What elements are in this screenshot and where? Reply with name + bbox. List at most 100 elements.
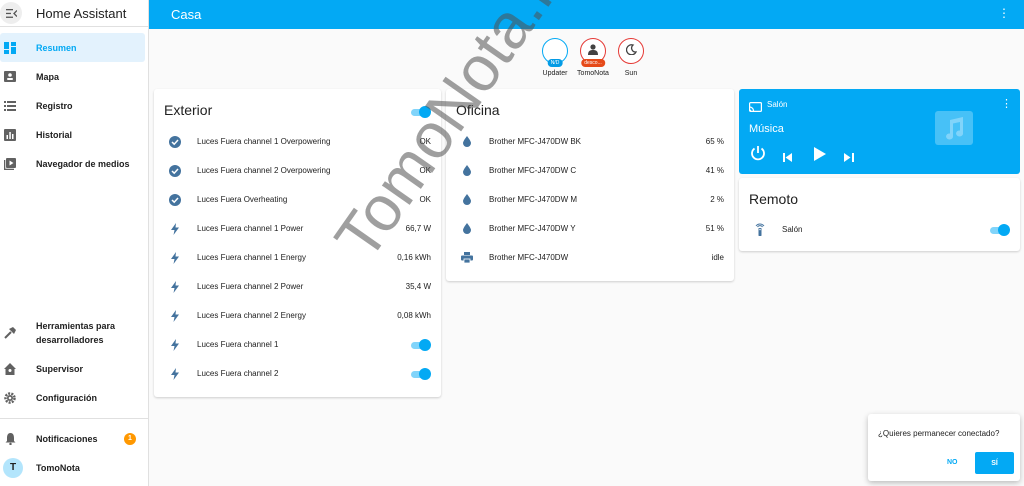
sidebar-item-label: Configuración xyxy=(36,392,97,403)
sidebar-item-navegador-de-medios[interactable]: Navegador de medios xyxy=(0,149,149,178)
entity-row[interactable]: Brother MFC-J470DW M 2 % xyxy=(446,185,734,214)
card-title: Remoto xyxy=(749,191,799,207)
remote-icon xyxy=(753,223,766,236)
badge-person[interactable]: desco... TomoNota xyxy=(574,38,612,77)
entity-name: Brother MFC-J470DW C xyxy=(489,166,577,175)
water-drop-icon xyxy=(460,135,473,148)
flash-icon xyxy=(168,338,181,351)
entity-row[interactable]: Luces Fuera Overheating OK xyxy=(154,185,441,214)
entity-row[interactable]: Luces Fuera channel 2 xyxy=(154,359,441,388)
media-app-name: Música xyxy=(749,123,784,135)
sidebar-item-herramientas[interactable]: Herramientas para desarrolladores xyxy=(0,312,149,354)
bell-icon xyxy=(3,432,17,446)
entity-toggle[interactable] xyxy=(409,338,431,351)
play-icon[interactable] xyxy=(814,147,826,166)
entity-row[interactable]: Brother MFC-J470DW BK 65 % xyxy=(446,127,734,156)
media-menu-icon[interactable]: ⋮ xyxy=(1001,97,1012,110)
entity-state: 65 % xyxy=(705,137,724,146)
sidebar-item-label: Historial xyxy=(36,129,73,140)
entity-name: Luces Fuera channel 2 Power xyxy=(197,282,304,291)
history-chart-icon xyxy=(3,128,17,142)
sidebar-item-user[interactable]: T TomoNota xyxy=(0,453,149,482)
previous-track-icon[interactable] xyxy=(783,149,793,167)
sidebar-item-configuracion[interactable]: Configuración xyxy=(0,383,149,412)
badge-label: TomoNota xyxy=(577,70,609,77)
entity-row[interactable]: Luces Fuera channel 2 Power 35,4 W xyxy=(154,272,441,301)
entity-row[interactable]: Luces Fuera channel 1 Energy 0,16 kWh xyxy=(154,243,441,272)
entity-row[interactable]: Luces Fuera channel 2 Overpowering OK xyxy=(154,156,441,185)
sidebar-item-label: Supervisor xyxy=(36,363,84,374)
music-note-icon xyxy=(935,111,973,150)
badge-label: Sun xyxy=(624,70,638,77)
card-remoto: Remoto Salón xyxy=(739,178,1020,251)
entity-state: OK xyxy=(419,195,431,204)
entity-row[interactable]: Salón xyxy=(739,215,1020,244)
entity-row[interactable]: Brother MFC-J470DW Y 51 % xyxy=(446,214,734,243)
badge-label: Updater xyxy=(542,70,568,77)
sidebar-item-supervisor[interactable]: Supervisor xyxy=(0,354,149,383)
check-circle-icon xyxy=(168,135,181,148)
entity-row[interactable]: Luces Fuera channel 1 xyxy=(154,330,441,359)
entity-name: Luces Fuera channel 2 Overpowering xyxy=(197,166,331,175)
entity-name: Brother MFC-J470DW BK xyxy=(489,137,582,146)
entity-name: Luces Fuera channel 2 xyxy=(197,369,279,378)
sidebar-item-registro[interactable]: Registro xyxy=(0,91,149,120)
badge-circle xyxy=(618,38,644,64)
entity-state: 2 % xyxy=(710,195,724,204)
entity-name: Salón xyxy=(782,225,803,234)
avatar: T xyxy=(3,457,23,478)
printer-icon xyxy=(460,251,473,264)
dialog-no-button[interactable]: NO xyxy=(947,459,958,466)
entity-row[interactable]: Brother MFC-J470DW idle xyxy=(446,243,734,272)
entity-name: Luces Fuera Overheating xyxy=(197,195,288,204)
entity-state: 0,08 kWh xyxy=(397,311,431,320)
entity-row[interactable]: Brother MFC-J470DW C 41 % xyxy=(446,156,734,185)
card-title: Oficina xyxy=(456,102,500,118)
card-exterior: Exterior Luces Fuera channel 1 Overpower… xyxy=(154,89,441,397)
sidebar-item-label: Notificaciones xyxy=(36,433,98,444)
flash-icon xyxy=(168,222,181,235)
badge-updater[interactable]: N/D Updater xyxy=(536,38,574,77)
menu-icon[interactable] xyxy=(0,2,22,24)
entity-toggle[interactable] xyxy=(409,367,431,380)
power-icon[interactable] xyxy=(750,145,766,166)
badge-circle: N/D xyxy=(542,38,568,67)
cast-icon xyxy=(749,99,763,117)
flash-icon xyxy=(168,251,181,264)
sidebar-item-label: Navegador de medios xyxy=(36,158,130,169)
sidebar-item-mapa[interactable]: Mapa xyxy=(0,62,149,91)
badge-sun[interactable]: Sun xyxy=(612,38,650,77)
media-device-name: Salón xyxy=(767,100,788,109)
next-track-icon[interactable] xyxy=(844,149,854,167)
dashboard-icon xyxy=(3,41,17,55)
entity-row[interactable]: Luces Fuera channel 1 Power 66,7 W xyxy=(154,214,441,243)
sidebar-item-notificaciones[interactable]: Notificaciones 1 xyxy=(0,424,149,453)
badges-row: N/D Updater desco... TomoNota Sun xyxy=(536,38,650,77)
dialog-yes-button[interactable]: SÍ xyxy=(975,452,1014,474)
entity-toggle[interactable] xyxy=(988,223,1010,236)
entity-name: Brother MFC-J470DW M xyxy=(489,195,578,204)
entity-name: Brother MFC-J470DW Y xyxy=(489,224,576,233)
entity-name: Luces Fuera channel 1 Overpowering xyxy=(197,137,331,146)
entity-state: OK xyxy=(419,166,431,175)
flash-icon xyxy=(168,367,181,380)
entity-name: Luces Fuera channel 1 Power xyxy=(197,224,304,233)
entity-row[interactable]: Luces Fuera channel 2 Energy 0,08 kWh xyxy=(154,301,441,330)
entity-state: OK xyxy=(419,137,431,146)
water-drop-icon xyxy=(460,222,473,235)
logbook-icon xyxy=(3,99,17,113)
sidebar-item-label: Registro xyxy=(36,100,73,111)
card-header-toggle[interactable] xyxy=(409,106,431,118)
sidebar-item-resumen[interactable]: Resumen xyxy=(0,33,145,62)
sidebar-header: Home Assistant xyxy=(0,0,148,27)
media-player-card: Salón ⋮ Música xyxy=(739,89,1020,174)
overflow-menu-icon[interactable]: ⋮ xyxy=(998,7,1010,19)
sidebar-divider xyxy=(0,418,149,419)
entity-row[interactable]: Luces Fuera channel 1 Overpowering OK xyxy=(154,127,441,156)
entity-name: Luces Fuera channel 1 xyxy=(197,340,279,349)
person-icon xyxy=(588,42,598,60)
card-title: Exterior xyxy=(164,102,213,118)
sidebar-item-historial[interactable]: Historial xyxy=(0,120,149,149)
entity-state: 51 % xyxy=(705,224,724,233)
entity-name: Luces Fuera channel 1 Energy xyxy=(197,253,306,262)
